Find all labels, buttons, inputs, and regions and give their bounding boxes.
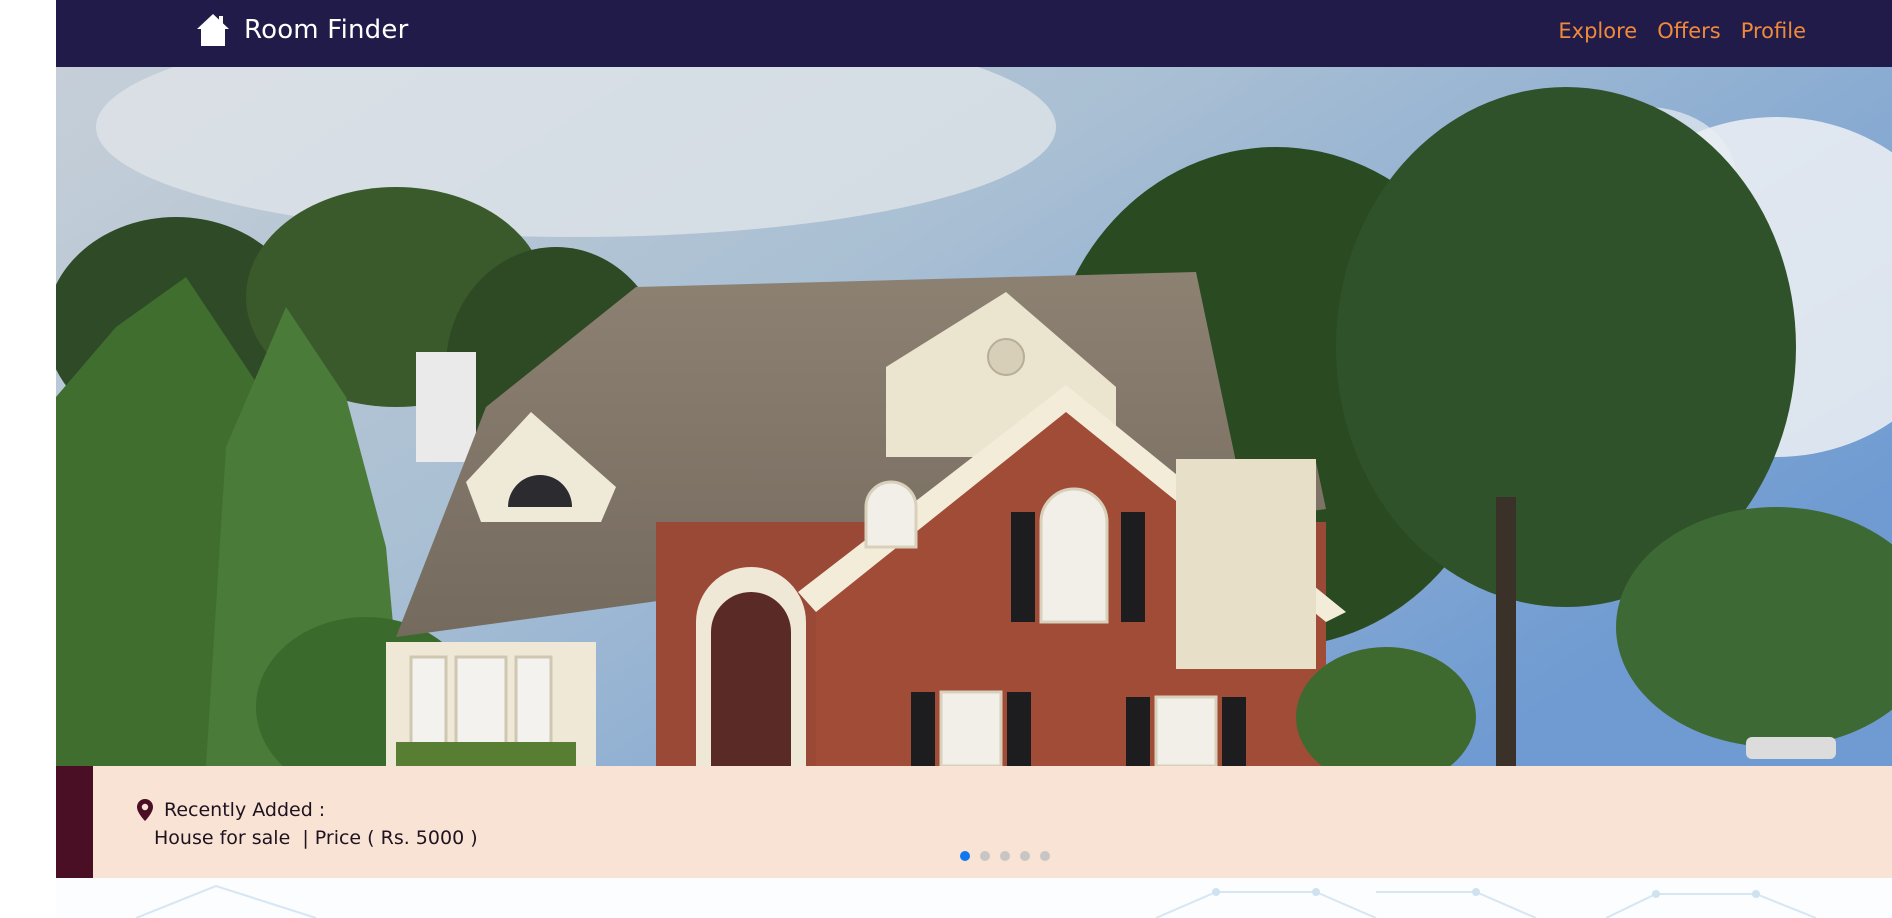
nav-link-offers[interactable]: Offers — [1657, 18, 1721, 44]
brand-name: Room Finder — [244, 15, 409, 45]
carousel-indicator-5[interactable] — [1040, 851, 1050, 861]
carousel-indicator-4[interactable] — [1020, 851, 1030, 861]
map-pin-icon — [137, 799, 153, 821]
carousel-slide-image[interactable] — [56, 67, 1892, 766]
brand-link[interactable]: Room Finder — [196, 12, 408, 48]
home-icon — [197, 14, 229, 46]
caption-description: House for sale | Price ( Rs. 5000 ) — [154, 827, 478, 849]
house-photo — [56, 67, 1892, 766]
carousel-indicator-3[interactable] — [1000, 851, 1010, 861]
nav-link-explore[interactable]: Explore — [1558, 18, 1637, 44]
carousel-indicators — [960, 851, 1050, 861]
background-pattern — [56, 878, 1892, 918]
carousel-indicator-2[interactable] — [980, 851, 990, 861]
app-frame: Room Finder Explore Offers Profile Recen… — [56, 0, 1892, 918]
navbar: Room Finder Explore Offers Profile — [56, 0, 1892, 67]
caption-accent-bar — [56, 766, 93, 878]
carousel-caption: Recently Added : House for sale | Price … — [56, 766, 1892, 878]
nav-links: Explore Offers Profile — [1558, 18, 1806, 44]
page: Room Finder Explore Offers Profile Recen… — [0, 0, 1892, 918]
caption-heading: Recently Added : — [136, 798, 325, 822]
caption-title: Recently Added : — [164, 799, 326, 821]
carousel-indicator-1[interactable] — [960, 851, 970, 861]
nav-link-profile[interactable]: Profile — [1741, 18, 1806, 44]
